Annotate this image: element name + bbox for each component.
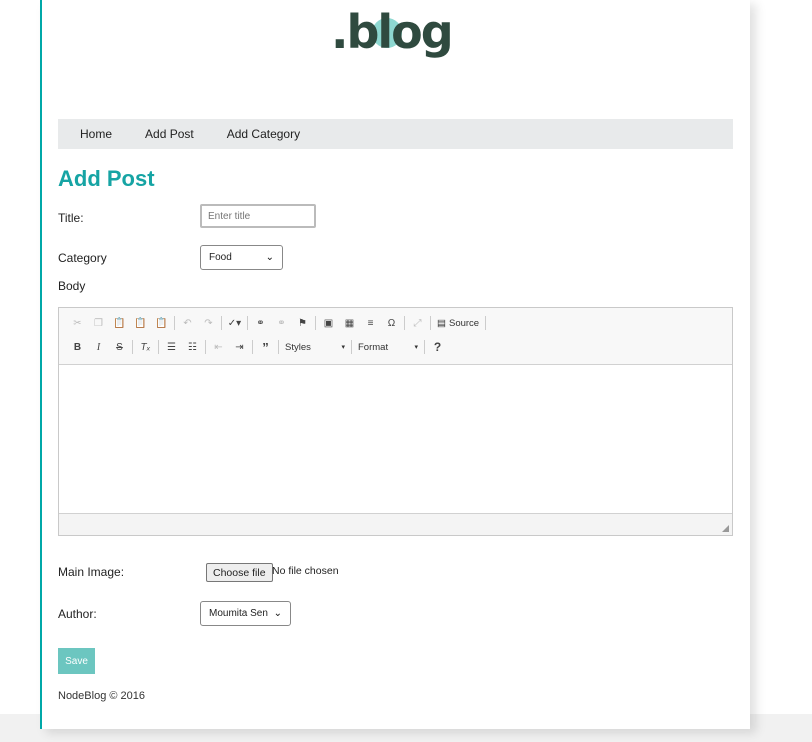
source-button[interactable]: ▤ Source — [433, 313, 483, 333]
page-container: .blog Home Add Post Add Category Add Pos… — [40, 0, 750, 729]
link-icon[interactable]: ⚭ — [250, 313, 271, 333]
category-label: Category — [58, 251, 107, 265]
chevron-down-icon: ⌄ — [265, 252, 274, 263]
styles-combo-label: Styles — [285, 341, 311, 353]
undo-icon[interactable]: ↶ — [177, 313, 198, 333]
blog-logo-graphic: .blog — [331, 5, 454, 59]
table-icon[interactable]: ▦ — [339, 313, 360, 333]
editor-toolbar: ✂ ❐ 📋 📋 📋 ↶ ↷ ✓▾ ⚭ ⚭ ⚑ ▣ ▦ ≡ Ω ⤢ ▤ Sourc… — [59, 308, 732, 365]
horizontal-line-icon[interactable]: ≡ — [360, 313, 381, 333]
toolbar-separator — [132, 340, 133, 354]
copy-icon[interactable]: ❐ — [88, 313, 109, 333]
toolbar-separator — [351, 340, 352, 354]
source-icon: ▤ — [437, 317, 446, 329]
chevron-down-icon: ⌄ — [273, 608, 282, 619]
rich-text-editor: ✂ ❐ 📋 📋 📋 ↶ ↷ ✓▾ ⚭ ⚭ ⚑ ▣ ▦ ≡ Ω ⤢ ▤ Sourc… — [58, 307, 733, 536]
toolbar-separator — [158, 340, 159, 354]
image-icon[interactable]: ▣ — [318, 313, 339, 333]
nav-item-add-post[interactable]: Add Post — [134, 127, 205, 141]
choose-file-button[interactable]: Choose file — [206, 563, 273, 582]
spellcheck-icon[interactable]: ✓▾ — [224, 313, 245, 333]
chevron-down-icon: ▾ — [414, 344, 418, 351]
cut-icon[interactable]: ✂ — [67, 313, 88, 333]
title-label: Title: — [58, 211, 84, 225]
toolbar-separator — [221, 316, 222, 330]
indent-icon[interactable]: ⇥ — [229, 337, 250, 357]
author-select[interactable]: Moumita Sen ⌄ — [200, 601, 291, 626]
page-title: Add Post — [58, 166, 155, 191]
blockquote-icon[interactable]: ” — [255, 337, 276, 357]
main-nav: Home Add Post Add Category — [58, 119, 733, 149]
blog-logo-text: .blog — [331, 5, 452, 59]
outdent-icon[interactable]: ⇤ — [208, 337, 229, 357]
bold-icon[interactable]: B — [67, 337, 88, 357]
paste-icon[interactable]: 📋 — [109, 313, 130, 333]
remove-format-icon[interactable]: Tₓ — [135, 337, 156, 357]
file-status-text: No file chosen — [272, 565, 339, 577]
editor-statusbar — [59, 513, 732, 535]
title-input[interactable] — [200, 204, 316, 228]
category-select[interactable]: Food ⌄ — [200, 245, 283, 270]
blog-logo[interactable]: .blog — [331, 0, 471, 70]
toolbar-separator — [430, 316, 431, 330]
bulleted-list-icon[interactable]: ☷ — [182, 337, 203, 357]
body-label: Body — [58, 279, 86, 293]
toolbar-separator — [278, 340, 279, 354]
strikethrough-icon[interactable]: S — [109, 337, 130, 357]
unlink-icon[interactable]: ⚭ — [271, 313, 292, 333]
italic-icon[interactable]: I — [88, 337, 109, 357]
styles-combo[interactable]: Styles ▾ — [281, 342, 349, 353]
main-image-label: Main Image: — [58, 565, 125, 579]
resize-handle-icon[interactable] — [722, 525, 729, 532]
format-combo[interactable]: Format ▾ — [354, 342, 422, 353]
editor-content-area[interactable] — [59, 365, 732, 515]
anchor-flag-icon[interactable]: ⚑ — [292, 313, 313, 333]
toolbar-separator — [404, 316, 405, 330]
toolbar-separator — [174, 316, 175, 330]
nav-item-home[interactable]: Home — [69, 127, 123, 141]
redo-icon[interactable]: ↷ — [198, 313, 219, 333]
footer-copyright: NodeBlog © 2016 — [58, 690, 146, 702]
toolbar-separator — [252, 340, 253, 354]
paste-text-icon[interactable]: 📋 — [130, 313, 151, 333]
chevron-down-icon: ▾ — [341, 344, 345, 351]
special-char-omega-icon[interactable]: Ω — [381, 313, 402, 333]
help-icon[interactable]: ? — [427, 337, 448, 357]
paste-word-icon[interactable]: 📋 — [151, 313, 172, 333]
numbered-list-icon[interactable]: ☰ — [161, 337, 182, 357]
category-select-value: Food — [209, 252, 232, 263]
toolbar-separator — [247, 316, 248, 330]
toolbar-separator — [485, 316, 487, 330]
toolbar-separator — [315, 316, 316, 330]
save-button[interactable]: Save — [58, 648, 95, 674]
author-select-value: Moumita Sen — [209, 608, 268, 619]
format-combo-label: Format — [358, 341, 389, 353]
nav-item-add-category[interactable]: Add Category — [216, 127, 311, 141]
toolbar-separator — [424, 340, 425, 354]
maximize-icon[interactable]: ⤢ — [407, 313, 428, 333]
toolbar-separator — [205, 340, 206, 354]
source-label: Source — [448, 317, 480, 329]
author-label: Author: — [58, 607, 97, 621]
